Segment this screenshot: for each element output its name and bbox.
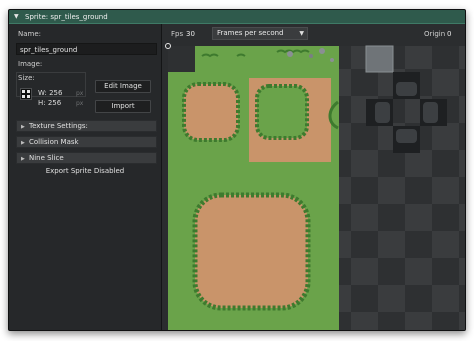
size-label: Size: <box>18 74 35 82</box>
speed-mode-dropdown[interactable]: Frames per second ▼ <box>212 27 308 40</box>
texture-settings-section[interactable]: ▶ Texture Settings: <box>16 120 157 132</box>
speed-mode-value: Frames per second <box>217 29 284 37</box>
nine-slice-section[interactable]: ▶ Nine Slice <box>16 152 157 164</box>
sprite-canvas[interactable] <box>162 42 465 330</box>
export-status: Export Sprite Disabled <box>45 167 125 175</box>
properties-panel: Name: spr_tiles_ground Image: Size: W: 2… <box>9 24 161 330</box>
sprite-size-icon <box>20 88 32 100</box>
fps-input[interactable]: 30 <box>186 30 195 38</box>
name-label: Name: <box>18 30 42 38</box>
origin-input[interactable]: 0 <box>447 30 451 38</box>
fps-label: Fps <box>171 30 184 38</box>
height-unit: px <box>76 100 84 107</box>
width-unit: px <box>76 90 84 97</box>
collision-mask-section[interactable]: ▶ Collision Mask <box>16 136 157 148</box>
height-value: H: 256 <box>38 99 62 107</box>
window-title: Sprite: spr_tiles_ground <box>25 12 108 21</box>
sprite-preview-panel: Fps 30 Frames per second ▼ Origin 0 <box>162 24 465 330</box>
caret-down-icon: ▼ <box>299 30 304 37</box>
sprite-name-field[interactable]: spr_tiles_ground <box>16 43 157 55</box>
preview-toolbar: Fps 30 Frames per second ▼ Origin 0 <box>162 24 465 42</box>
width-value: W: 256 <box>38 89 63 97</box>
chevron-down-icon[interactable]: ▼ <box>14 13 22 21</box>
section-label: Nine Slice <box>29 154 64 162</box>
chevron-right-icon: ▶ <box>21 140 25 146</box>
section-label: Texture Settings: <box>29 122 88 130</box>
chevron-right-icon: ▶ <box>21 124 25 130</box>
section-label: Collision Mask <box>29 138 79 146</box>
image-label: Image: <box>18 60 43 68</box>
import-button[interactable]: Import <box>95 100 151 113</box>
chevron-right-icon: ▶ <box>21 156 25 162</box>
sprite-editor-window: ▼ Sprite: spr_tiles_ground Name: spr_til… <box>8 9 466 331</box>
window-titlebar[interactable]: ▼ Sprite: spr_tiles_ground <box>9 10 465 24</box>
edit-image-button[interactable]: Edit Image <box>95 80 151 93</box>
origin-label: Origin <box>424 30 446 38</box>
sprite-canvas-svg <box>165 43 465 330</box>
